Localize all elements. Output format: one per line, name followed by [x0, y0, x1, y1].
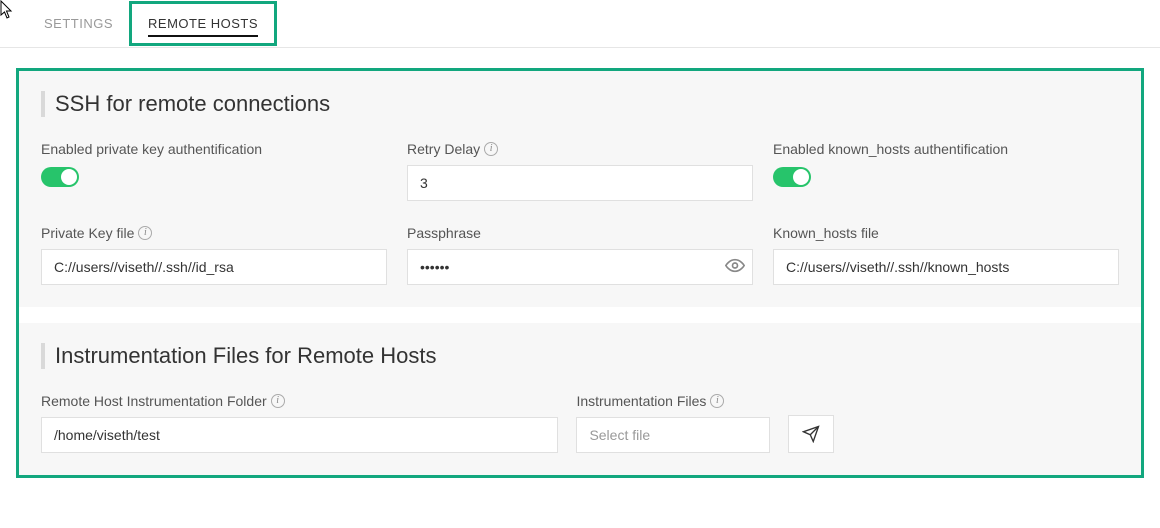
enabled-pk-label: Enabled private key authentification [41, 141, 387, 157]
send-button[interactable] [788, 415, 834, 453]
remote-hosts-panel: SSH for remote connections Enabled priva… [16, 68, 1144, 478]
passphrase-label: Passphrase [407, 225, 753, 241]
passphrase-input[interactable] [407, 249, 753, 285]
retry-delay-label: Retry Delay i [407, 141, 753, 157]
ssh-section: SSH for remote connections Enabled priva… [19, 71, 1141, 307]
instr-files-label: Instrumentation Files i [576, 393, 770, 409]
instr-files-input[interactable] [576, 417, 770, 453]
enabled-pk-toggle[interactable] [41, 167, 79, 187]
info-icon[interactable]: i [271, 394, 285, 408]
tab-settings[interactable]: SETTINGS [28, 4, 129, 43]
private-key-input[interactable] [41, 249, 387, 285]
info-icon[interactable]: i [484, 142, 498, 156]
enabled-kh-toggle[interactable] [773, 167, 811, 187]
instr-folder-label: Remote Host Instrumentation Folder i [41, 393, 558, 409]
tabs-bar: SETTINGS REMOTE HOSTS [0, 0, 1160, 48]
info-icon[interactable]: i [710, 394, 724, 408]
instrumentation-section: Instrumentation Files for Remote Hosts R… [19, 323, 1141, 475]
send-icon [802, 425, 820, 443]
eye-icon[interactable] [725, 256, 745, 279]
known-hosts-input[interactable] [773, 249, 1119, 285]
instrumentation-section-title: Instrumentation Files for Remote Hosts [41, 343, 1119, 369]
tab-remote-hosts[interactable]: REMOTE HOSTS [129, 1, 277, 46]
enabled-kh-label: Enabled known_hosts authentification [773, 141, 1119, 157]
private-key-label: Private Key file i [41, 225, 387, 241]
info-icon[interactable]: i [138, 226, 152, 240]
retry-delay-input[interactable] [407, 165, 753, 201]
ssh-section-title: SSH for remote connections [41, 91, 1119, 117]
known-hosts-label: Known_hosts file [773, 225, 1119, 241]
instr-folder-input[interactable] [41, 417, 558, 453]
